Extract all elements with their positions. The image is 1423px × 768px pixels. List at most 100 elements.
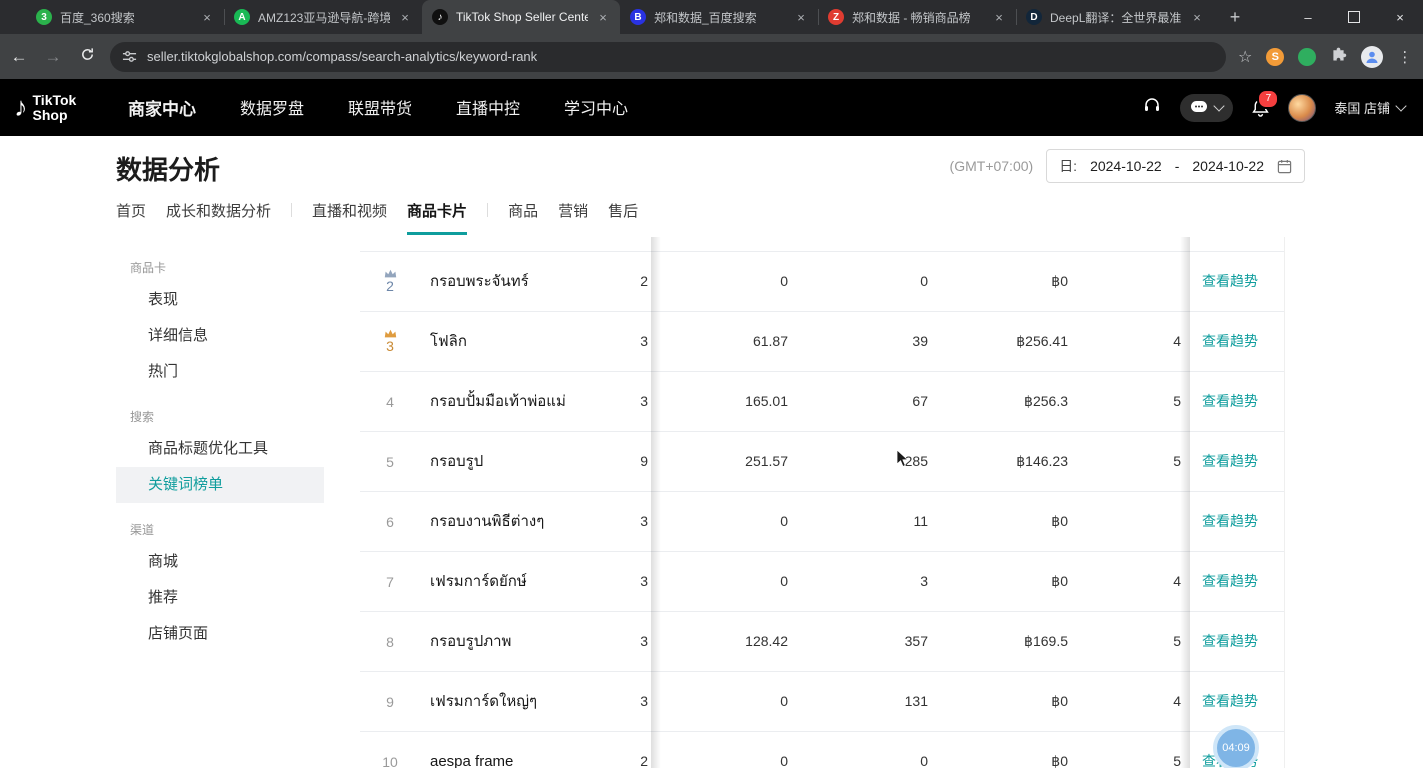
reload-icon — [80, 47, 95, 62]
sidebar-item[interactable]: 表现 — [116, 282, 324, 318]
browser-tab[interactable]: AAMZ123亚马逊导航-跨境...× — [224, 0, 422, 34]
browser-tab[interactable]: ♪TikTok Shop Seller Cente× — [422, 0, 620, 34]
tiktok-shop-logo[interactable]: ♪ TikTok Shop — [14, 93, 110, 123]
nav-item[interactable]: 数据罗盘 — [240, 95, 304, 120]
bookmark-star-icon[interactable]: ☆ — [1238, 47, 1252, 67]
rank-cell: 6 — [376, 492, 404, 551]
sidebar-section-label: 商品卡 — [116, 249, 324, 282]
value-cell: 165.01 — [640, 372, 788, 431]
sidebar-item[interactable]: 商城 — [116, 544, 324, 580]
sidebar-item[interactable]: 店铺页面 — [116, 616, 324, 652]
browser-tab[interactable]: B郑和数据_百度搜索× — [620, 0, 818, 34]
floating-timer[interactable]: 04:09 — [1213, 725, 1259, 768]
green-extension-icon[interactable] — [1298, 48, 1316, 66]
tab-favicon: ♪ — [432, 9, 448, 25]
page-tab[interactable]: 售后 — [608, 200, 638, 235]
page-tab[interactable]: 直播和视频 — [312, 200, 387, 235]
sidebar-item[interactable]: 热门 — [116, 354, 324, 390]
browser-tab[interactable]: Z郑和数据 - 畅销商品榜× — [818, 0, 1016, 34]
value-cell: 0 — [640, 672, 788, 731]
nav-item[interactable]: 联盟带货 — [348, 95, 412, 120]
sogou-extension-icon[interactable]: S — [1266, 48, 1284, 66]
url-text[interactable]: seller.tiktokglobalshop.com/compass/sear… — [147, 49, 1214, 64]
nav-item[interactable]: 直播中控 — [456, 95, 520, 120]
clipped-value-right: 4 — [1060, 552, 1181, 611]
clipped-value-right: 5 — [1060, 372, 1181, 431]
view-trend-link[interactable]: 查看趋势 — [1190, 672, 1270, 731]
value-cell: ฿0 — [920, 552, 1068, 611]
date-end-value[interactable]: 2024-10-22 — [1192, 158, 1264, 174]
date-granularity-label: 日: — [1059, 156, 1077, 176]
nav-item[interactable]: 商家中心 — [128, 95, 196, 120]
view-trend-link[interactable]: 查看趋势 — [1190, 432, 1270, 491]
view-trend-link[interactable]: 查看趋势 — [1190, 312, 1270, 371]
tab-close-icon[interactable]: × — [992, 10, 1006, 25]
sidebar-item[interactable]: 推荐 — [116, 580, 324, 616]
view-trend-link[interactable]: 查看趋势 — [1190, 372, 1270, 431]
seller-center-nav: ♪ TikTok Shop 商家中心 数据罗盘 联盟带货 直播中控 学习中心 7 泰国 … — [0, 79, 1423, 136]
rank-cell: 10 — [376, 732, 404, 768]
sidebar-section-label: 搜索 — [116, 390, 324, 431]
keyword-cell: กรอบปั้มมือเท้าพ่อแม่ — [430, 372, 566, 431]
clipped-value-right: 5 — [1060, 432, 1181, 491]
rank-cell: 4 — [376, 372, 404, 431]
shop-switcher[interactable]: 泰国 店铺 — [1334, 98, 1405, 117]
table-row: 4กรอบปั้มมือเท้าพ่อแม่3165.0167฿256.35查看… — [360, 372, 1284, 432]
maximize-button[interactable] — [1331, 0, 1377, 34]
rank-cell: 9 — [376, 672, 404, 731]
view-trend-link[interactable]: 查看趋势 — [1190, 252, 1270, 311]
back-button[interactable]: ← — [4, 47, 34, 67]
page-tab[interactable]: 商品卡片 — [407, 200, 467, 235]
nav-menu: 商家中心 数据罗盘 联盟带货 直播中控 学习中心 — [128, 95, 628, 120]
new-tab-button[interactable]: + — [1222, 4, 1248, 30]
view-trend-link[interactable]: 查看趋势 — [1190, 552, 1270, 611]
view-trend-link[interactable]: 查看趋势 — [1190, 612, 1270, 671]
page-tab[interactable]: 首页 — [116, 200, 146, 235]
support-headset-icon[interactable] — [1142, 95, 1162, 120]
site-settings-icon[interactable] — [122, 49, 137, 64]
tab-close-icon[interactable]: × — [794, 10, 808, 25]
shop-avatar[interactable] — [1288, 94, 1316, 122]
chevron-down-icon — [1214, 100, 1225, 111]
mouse-cursor — [896, 449, 910, 474]
tab-close-icon[interactable]: × — [200, 10, 214, 25]
page-tab[interactable]: 成长和数据分析 — [166, 200, 271, 235]
chevron-down-icon — [1395, 100, 1406, 111]
rank-number: 8 — [386, 634, 394, 650]
tab-close-icon[interactable]: × — [1190, 10, 1204, 25]
browser-profile-avatar[interactable] — [1361, 46, 1383, 68]
table-row-partial — [360, 237, 1284, 252]
tab-close-icon[interactable]: × — [596, 10, 610, 25]
nav-right: 7 泰国 店铺 — [1142, 94, 1405, 122]
tab-close-icon[interactable]: × — [398, 10, 412, 25]
browser-toolbar: ← → seller.tiktokglobalshop.com/compass/… — [0, 34, 1423, 79]
close-window-button[interactable]: × — [1377, 0, 1423, 34]
table-row: 9เฟรมการ์ดใหญ่ๆ30131฿04查看趋势 — [360, 672, 1284, 732]
sidebar-item[interactable]: 关键词榜单 — [116, 467, 324, 503]
page-tab[interactable]: 商品 — [508, 200, 538, 235]
notifications-button[interactable]: 7 — [1251, 98, 1270, 118]
browser-tab[interactable]: DDeepL翻译：全世界最准...× — [1016, 0, 1214, 34]
value-cell: 3 — [780, 552, 928, 611]
page-tab[interactable]: 营销 — [558, 200, 588, 235]
calendar-icon[interactable] — [1277, 159, 1292, 174]
view-trend-link[interactable]: 查看趋势 — [1190, 492, 1270, 551]
date-range-picker[interactable]: 日: 2024-10-22 - 2024-10-22 — [1046, 149, 1305, 183]
date-start-value[interactable]: 2024-10-22 — [1090, 158, 1162, 174]
minimize-button[interactable]: – — [1285, 0, 1331, 34]
reload-button[interactable] — [72, 47, 102, 67]
forward-button[interactable]: → — [38, 47, 68, 67]
sidebar-item[interactable]: 商品标题优化工具 — [116, 431, 324, 467]
keyword-cell: aespa frame — [430, 732, 513, 768]
table-row: 8กรอบรูปภาพ3128.42357฿169.55查看趋势 — [360, 612, 1284, 672]
rank-number: 4 — [386, 394, 394, 410]
messages-button[interactable] — [1180, 94, 1233, 122]
value-cell: 0 — [780, 252, 928, 311]
browser-tab[interactable]: 3百度_360搜索× — [26, 0, 224, 34]
extensions-puzzle-icon[interactable] — [1330, 46, 1347, 68]
sidebar-item[interactable]: 详细信息 — [116, 318, 324, 354]
address-bar[interactable]: seller.tiktokglobalshop.com/compass/sear… — [110, 42, 1226, 72]
browser-menu-icon[interactable]: ⋮ — [1397, 48, 1409, 66]
table-row: 7เฟรมการ์ดยักษ์303฿04查看趋势 — [360, 552, 1284, 612]
nav-item[interactable]: 学习中心 — [564, 95, 628, 120]
